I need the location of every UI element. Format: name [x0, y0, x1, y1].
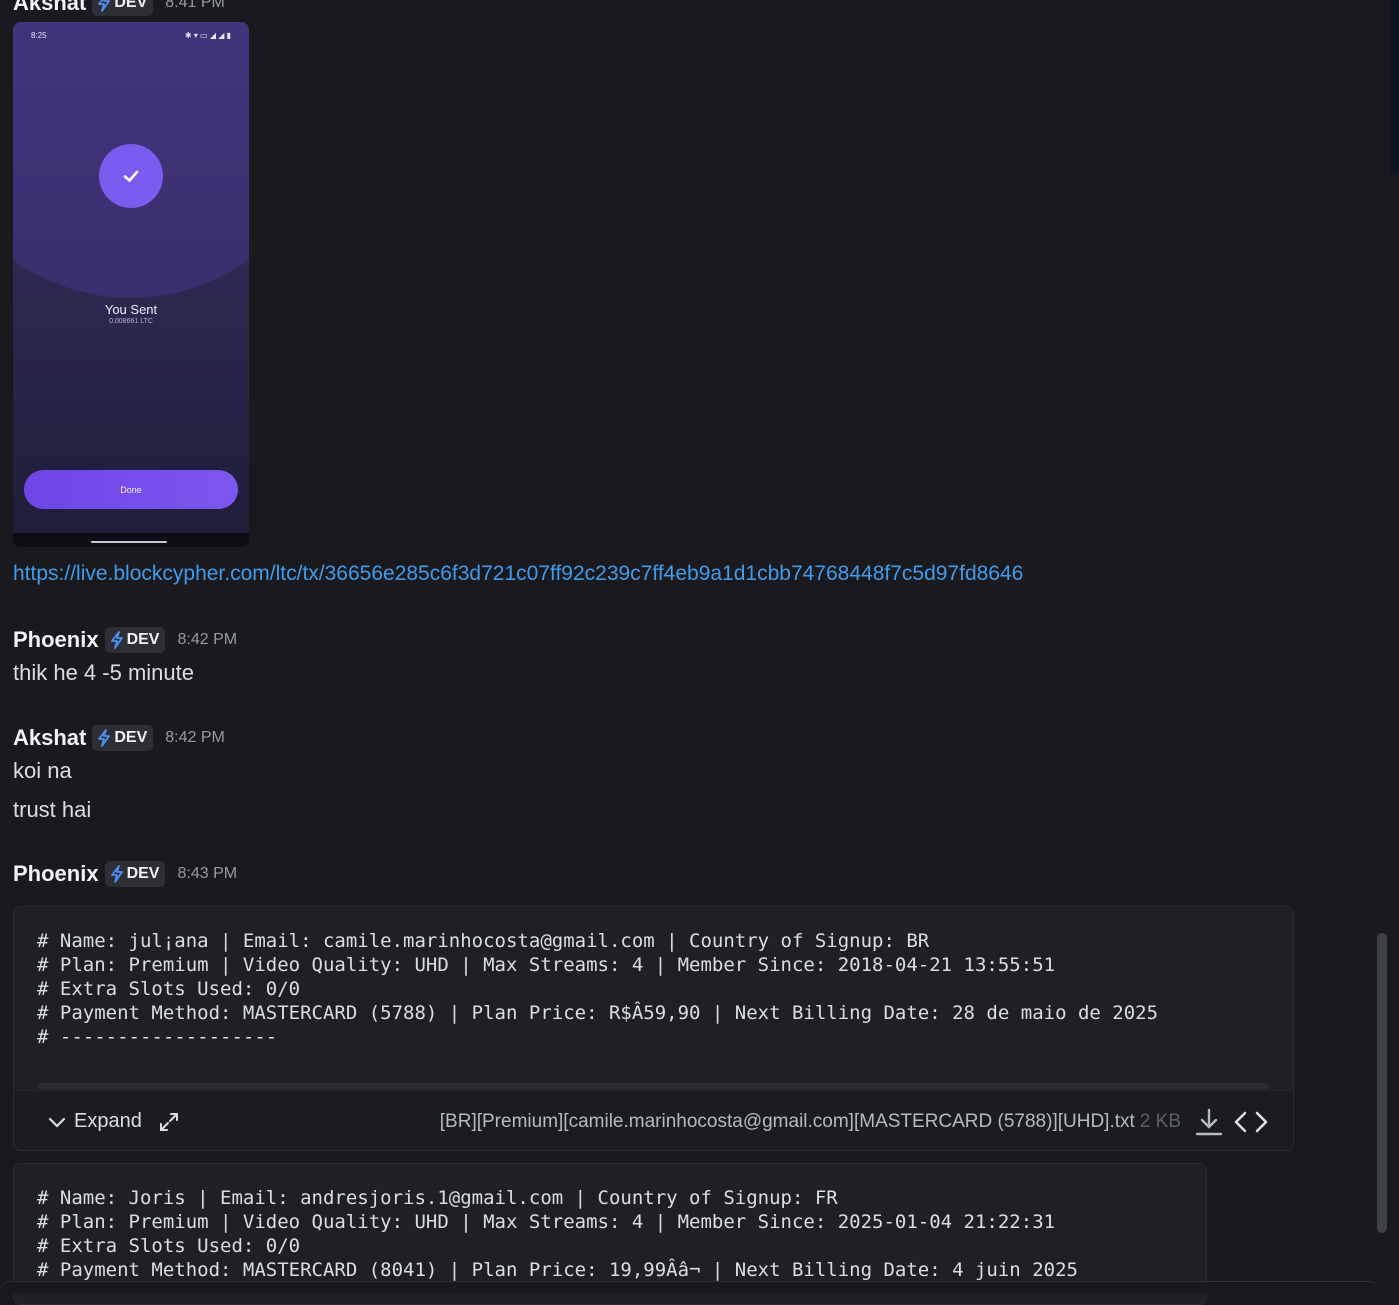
horizontal-scrollbar[interactable] [38, 1083, 1269, 1089]
edge-strip [1390, 0, 1399, 175]
phone-status-icons: ✱ ▾ ▭ ◢ ◢ ▮ [184, 31, 231, 40]
file-name[interactable]: [BR][Premium][camile.marinhocosta@gmail.… [440, 1111, 1135, 1133]
download-icon[interactable] [1193, 1106, 1225, 1138]
code-icon[interactable] [1233, 1107, 1269, 1137]
role-badge[interactable]: DEV [104, 861, 166, 887]
timestamp: 8:41 PM [165, 0, 225, 11]
message-text: koi na [13, 758, 72, 783]
author-name[interactable]: Phoenix [13, 627, 99, 653]
role-badge[interactable]: DEV [92, 725, 154, 751]
badge-label: DEV [114, 0, 148, 11]
badge-label: DEV [114, 729, 148, 746]
done-button: Done [24, 470, 238, 509]
file-size: 2 KB [1139, 1110, 1181, 1132]
expand-button[interactable]: Expand [46, 1110, 142, 1133]
message-composer-edge [0, 1281, 1379, 1294]
success-check-circle [99, 144, 163, 208]
timestamp: 8:42 PM [165, 729, 225, 746]
lightning-icon [110, 865, 123, 883]
author-name[interactable]: Akshat [13, 725, 86, 751]
lightning-icon [110, 631, 123, 649]
lightning-icon [98, 729, 111, 747]
message-header-phoenix-2: Phoenix DEV 8:43 PM [13, 861, 237, 887]
role-badge[interactable]: DEV [104, 627, 166, 653]
scrollbar-thumb[interactable] [1377, 933, 1387, 1233]
role-badge[interactable]: DEV [92, 0, 154, 16]
chevron-down-icon [48, 1117, 66, 1128]
transaction-link[interactable]: https://live.blockcypher.com/ltc/tx/3665… [13, 562, 1023, 586]
timestamp: 8:43 PM [177, 865, 238, 882]
file-attachment: # Name: jul¡ana | Email: camile.marinhoc… [13, 906, 1294, 1151]
timestamp: 8:42 PM [177, 631, 238, 648]
message-header-akshat-2: Akshat DEV 8:42 PM [13, 725, 225, 751]
lightning-icon [98, 0, 111, 12]
phone-nav-bar [13, 533, 249, 547]
file-preview: # Name: jul¡ana | Email: camile.marinhoc… [37, 930, 1159, 1048]
home-indicator [91, 541, 167, 543]
expand-label: Expand [74, 1110, 142, 1132]
author-name[interactable]: Akshat [13, 0, 86, 16]
image-attachment[interactable]: 8:25 ✱ ▾ ▭ ◢ ◢ ▮ You Sent 0.008661 LTC D… [13, 22, 249, 547]
author-name[interactable]: Phoenix [13, 861, 99, 887]
file-footer: Expand [BR][Premium][camile.marinhocosta… [14, 1090, 1293, 1150]
message-header-phoenix-1: Phoenix DEV 8:42 PM [13, 627, 237, 653]
message-header-akshat-1: Akshat DEV 8:41 PM [13, 0, 225, 16]
file-preview: # Name: Joris | Email: andresjoris.1@gma… [37, 1187, 1078, 1281]
expand-icon[interactable] [158, 1111, 180, 1133]
check-icon [123, 170, 139, 182]
sent-amount: 0.008661 LTC [109, 318, 153, 325]
badge-label: DEV [126, 631, 160, 648]
badge-label: DEV [126, 865, 160, 882]
message-text: trust hai [13, 797, 92, 822]
message-text: thik he 4 -5 minute [13, 660, 194, 685]
phone-status-bar: 8:25 ✱ ▾ ▭ ◢ ◢ ▮ [31, 31, 231, 40]
phone-status-time: 8:25 [31, 31, 47, 40]
sent-title: You Sent [104, 302, 158, 317]
